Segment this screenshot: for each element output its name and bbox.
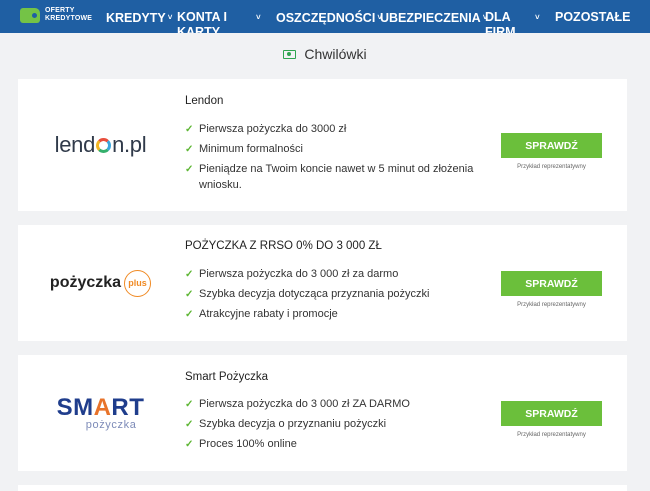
chevron-down-icon: ˅: [256, 13, 261, 22]
nav-item-ubezpieczenia[interactable]: UBEZPIECZENIA ˅: [380, 10, 487, 26]
banknote-icon: [283, 49, 297, 59]
offer-card-lendon: lend n.pl Lendon ✓ Pierwsza pożyczka do 30…: [18, 79, 627, 211]
checkmark-icon: ✓: [185, 399, 194, 410]
nav-item-label: OSZCZĘDNOŚCI: [276, 11, 376, 25]
chevron-down-icon: ˅: [167, 13, 173, 22]
checkmark-icon: ✓: [185, 144, 194, 155]
sprawdz-button[interactable]: SPRAWDŹ: [501, 401, 602, 426]
smart-pozyczka-logo[interactable]: SMART pożyczka: [18, 355, 183, 471]
page-title: Chwilówki: [0, 46, 650, 62]
checkmark-icon: ✓: [185, 419, 194, 430]
offer-title: Smart Pożyczka: [185, 371, 269, 383]
representative-example-link[interactable]: Przykład reprezentatywny: [501, 164, 602, 170]
nav-item-label: DLA FIRM: [485, 10, 516, 33]
nav-item-oszczednosci[interactable]: OSZCZĘDNOŚCI ˅: [276, 10, 382, 26]
nav-item-dla-firm-chevron[interactable]: ˅: [533, 10, 540, 26]
feature-item: ✓ Minimum formalności: [185, 141, 475, 157]
feature-item: ✓ Szybka decyzja o przyznaniu pożyczki: [185, 416, 475, 432]
offer-card-next: [18, 485, 627, 491]
logo-line-2: KREDYTOWE: [45, 15, 93, 22]
checkmark-icon: ✓: [185, 269, 194, 280]
sprawdz-button[interactable]: SPRAWDŹ: [501, 271, 602, 296]
logo-line-1: OFERTY: [45, 7, 75, 14]
feature-item: ✓ Pierwsza pożyczka do 3000 zł: [185, 121, 475, 137]
checkmark-icon: ✓: [185, 289, 194, 300]
feature-item: ✓ Proces 100% online: [185, 436, 475, 452]
checkmark-icon: ✓: [185, 124, 194, 135]
pozyczka-plus-logo[interactable]: pożyczka plus: [18, 225, 183, 341]
site-logo[interactable]: OFERTY KREDYTOWE: [20, 7, 92, 23]
nav-item-konta-i-karty-chevron[interactable]: ˅: [254, 10, 261, 26]
checkmark-icon: ✓: [185, 309, 194, 320]
nav-item-pozostale[interactable]: POZOSTAŁE: [555, 10, 630, 25]
checkmark-icon: ✓: [185, 439, 194, 450]
feature-list: ✓ Pierwsza pożyczka do 3 000 zł za darmo …: [185, 266, 475, 326]
offer-card-pozyczka-plus: pożyczka plus POŻYCZKA Z RRSO 0% DO 3 00…: [18, 225, 627, 341]
wallet-icon: [20, 7, 40, 23]
feature-item: ✓ Szybka decyzja dotycząca przyznania poż…: [185, 286, 475, 302]
offer-title: POŻYCZKA Z RRSO 0% DO 3 000 ZŁ: [185, 240, 382, 252]
lendon-logo[interactable]: lend n.pl: [18, 79, 183, 211]
nav-item-label: KREDYTY: [106, 11, 166, 25]
representative-example-link[interactable]: Przykład reprezentatywny: [501, 432, 602, 438]
offer-title: Lendon: [185, 95, 224, 107]
chevron-down-icon: ˅: [535, 13, 540, 22]
nav-item-label: POZOSTAŁE: [555, 10, 631, 24]
feature-list: ✓ Pierwsza pożyczka do 3 000 zł ZA DARMO …: [185, 396, 475, 456]
nav-item-kredyty[interactable]: KREDYTY ˅: [106, 10, 172, 26]
logo-ring-icon: [96, 137, 112, 153]
offer-card-smart-pozyczka: SMART pożyczka Smart Pożyczka ✓ Pierwsza …: [18, 355, 627, 471]
nav-item-label: KONTA I KARTY: [177, 10, 227, 33]
top-navbar: OFERTY KREDYTOWE KREDYTY ˅ KONTA I KARTY …: [0, 0, 650, 33]
page-title-text: Chwilówki: [304, 46, 367, 62]
feature-item: ✓ Atrakcyjne rabaty i promocje: [185, 306, 475, 322]
feature-item: ✓ Pierwsza pożyczka do 3 000 zł za darmo: [185, 266, 475, 282]
feature-item: ✓ Pieniądze na Twoim koncie nawet w 5 min…: [185, 163, 474, 191]
checkmark-icon: ✓: [185, 164, 194, 175]
nav-item-label: UBEZPIECZENIA: [380, 11, 481, 25]
feature-list: ✓ Pierwsza pożyczka do 3000 zł ✓ Minimum f…: [185, 121, 475, 197]
representative-example-link[interactable]: Przykład reprezentatywny: [501, 302, 602, 308]
feature-item: ✓ Pierwsza pożyczka do 3 000 zł ZA DARMO: [185, 396, 475, 412]
nav-item-dla-firm[interactable]: DLA FIRM: [485, 10, 535, 33]
sprawdz-button[interactable]: SPRAWDŹ: [501, 133, 602, 158]
